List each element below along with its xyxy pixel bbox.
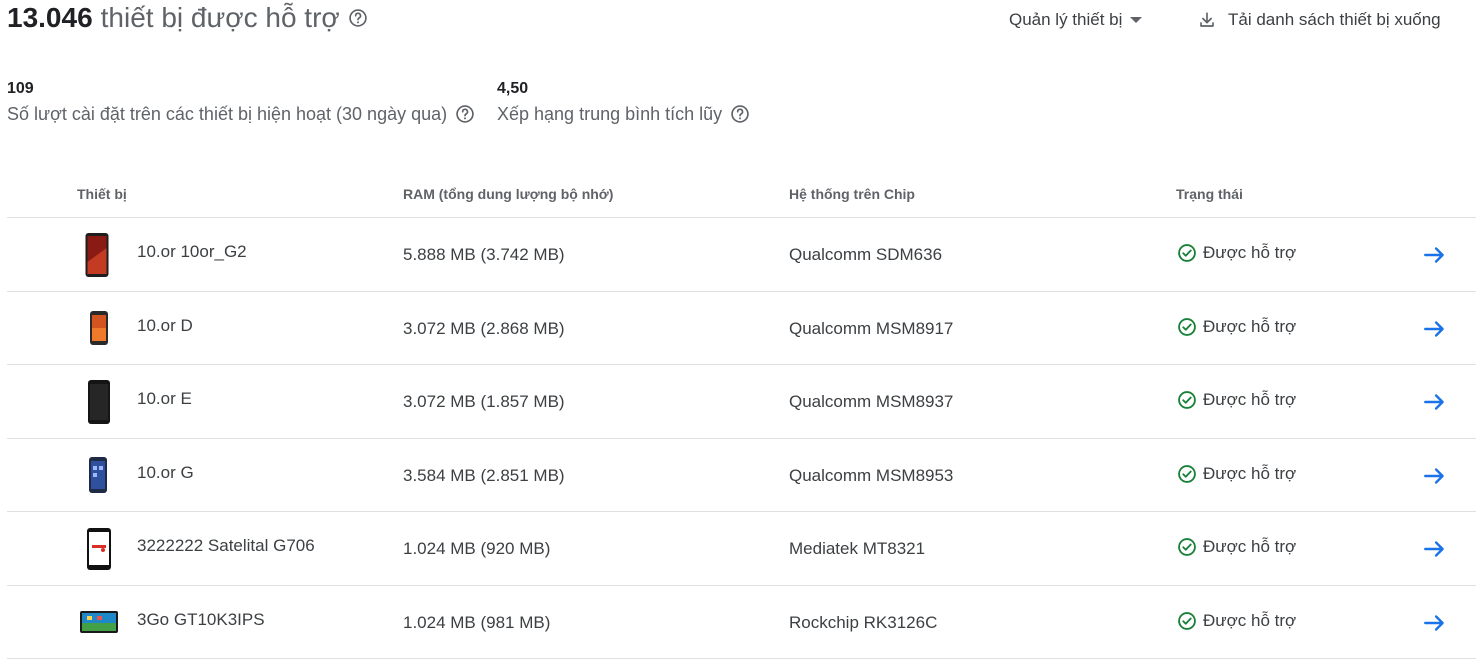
device-soc: Qualcomm MSM8917 (789, 319, 954, 338)
arrow-forward-icon[interactable] (1422, 610, 1448, 636)
page-title: 13.046 thiết bị được hỗ trợ (7, 0, 368, 36)
arrow-forward-icon[interactable] (1422, 389, 1448, 415)
status-label: Được hỗ trợ (1203, 611, 1297, 630)
table-row[interactable]: 3Go GT10K3IPS 1.024 MB (981 MB) Rockchip… (7, 586, 1476, 659)
arrow-forward-icon[interactable] (1422, 463, 1448, 489)
stat-active-installs: 109 Số lượt cài đặt trên các thiết bị hi… (7, 78, 475, 128)
device-table: Thiết bị RAM (tổng dung lượng bộ nhớ) Hệ… (7, 172, 1476, 659)
device-name: 10.or D (137, 316, 193, 335)
device-soc: Qualcomm MSM8953 (789, 466, 954, 485)
status-badge: Được hỗ trợ (1177, 390, 1296, 410)
caret-down-icon (1130, 17, 1143, 23)
table-row[interactable]: 10.or G 3.584 MB (2.851 MB) Qualcomm MSM… (7, 439, 1476, 512)
stat-average-rating: 4,50 Xếp hạng trung bình tích lũy (497, 78, 750, 128)
device-ram: 3.072 MB (2.868 MB) (403, 319, 565, 338)
table-header: Thiết bị RAM (tổng dung lượng bộ nhớ) Hệ… (7, 172, 1476, 218)
device-ram: 3.072 MB (1.857 MB) (403, 392, 565, 411)
help-icon[interactable] (455, 104, 475, 124)
device-count: 13.046 (7, 2, 93, 33)
check-circle-icon (1178, 612, 1196, 630)
arrow-forward-icon[interactable] (1422, 242, 1448, 268)
status-label: Được hỗ trợ (1203, 537, 1297, 556)
device-image (85, 232, 109, 277)
manage-devices-label: Quản lý thiết bị (1009, 10, 1123, 29)
table-row[interactable]: 3222222 Satelital G706 1.024 MB (920 MB)… (7, 512, 1476, 586)
device-image (87, 527, 111, 570)
stat-label: Xếp hạng trung bình tích lũy (497, 103, 723, 124)
check-circle-icon (1178, 391, 1196, 409)
arrow-forward-icon[interactable] (1422, 536, 1448, 562)
check-circle-icon (1178, 318, 1196, 336)
device-image (89, 457, 107, 493)
table-row[interactable]: 10.or 10or_G2 5.888 MB (3.742 MB) Qualco… (7, 218, 1476, 292)
status-badge: Được hỗ trợ (1177, 317, 1296, 337)
check-circle-icon (1178, 244, 1196, 262)
status-badge: Được hỗ trợ (1177, 464, 1296, 484)
status-badge: Được hỗ trợ (1177, 611, 1296, 631)
stat-label: Số lượt cài đặt trên các thiết bị hiện h… (7, 103, 448, 124)
device-name: 10.or E (137, 389, 192, 408)
device-name: 10.or 10or_G2 (137, 242, 247, 261)
help-icon[interactable] (730, 104, 750, 124)
status-label: Được hỗ trợ (1203, 317, 1297, 336)
status-label: Được hỗ trợ (1203, 464, 1297, 483)
check-circle-icon (1178, 538, 1196, 556)
download-icon (1200, 12, 1214, 27)
download-device-list-button[interactable]: Tải danh sách thiết bị xuống (1198, 8, 1441, 32)
device-count-label: thiết bị được hỗ trợ (100, 2, 340, 33)
device-image (88, 379, 110, 424)
stat-value: 109 (7, 80, 34, 97)
device-ram: 5.888 MB (3.742 MB) (403, 245, 565, 264)
column-header-device: Thiết bị (77, 186, 127, 202)
device-ram: 1.024 MB (981 MB) (403, 613, 551, 632)
table-row[interactable]: 10.or D 3.072 MB (2.868 MB) Qualcomm MSM… (7, 292, 1476, 365)
device-soc: Qualcomm SDM636 (789, 245, 943, 264)
device-soc: Rockchip RK3126C (789, 613, 938, 632)
stat-value: 4,50 (497, 80, 529, 97)
column-header-ram: RAM (tổng dung lượng bộ nhớ) (403, 186, 614, 202)
device-name: 3Go GT10K3IPS (137, 610, 265, 629)
status-label: Được hỗ trợ (1203, 243, 1297, 262)
status-label: Được hỗ trợ (1203, 390, 1297, 409)
status-badge: Được hỗ trợ (1177, 243, 1296, 263)
manage-devices-dropdown[interactable]: Quản lý thiết bị (1009, 8, 1143, 32)
device-image (80, 611, 118, 633)
device-soc: Qualcomm MSM8937 (789, 392, 954, 411)
column-header-soc: Hệ thống trên Chip (789, 186, 915, 202)
device-ram: 3.584 MB (2.851 MB) (403, 466, 565, 485)
status-badge: Được hỗ trợ (1177, 537, 1296, 557)
device-name: 3222222 Satelital G706 (137, 536, 315, 555)
device-ram: 1.024 MB (920 MB) (403, 539, 551, 558)
download-label: Tải danh sách thiết bị xuống (1228, 10, 1441, 29)
help-icon[interactable] (348, 8, 368, 28)
device-name: 10.or G (137, 463, 194, 482)
column-header-status: Trạng thái (1176, 186, 1243, 202)
arrow-forward-icon[interactable] (1422, 316, 1448, 342)
table-row[interactable]: 10.or E 3.072 MB (1.857 MB) Qualcomm MSM… (7, 365, 1476, 439)
check-circle-icon (1178, 465, 1196, 483)
device-image (90, 311, 108, 345)
device-soc: Mediatek MT8321 (789, 539, 926, 558)
